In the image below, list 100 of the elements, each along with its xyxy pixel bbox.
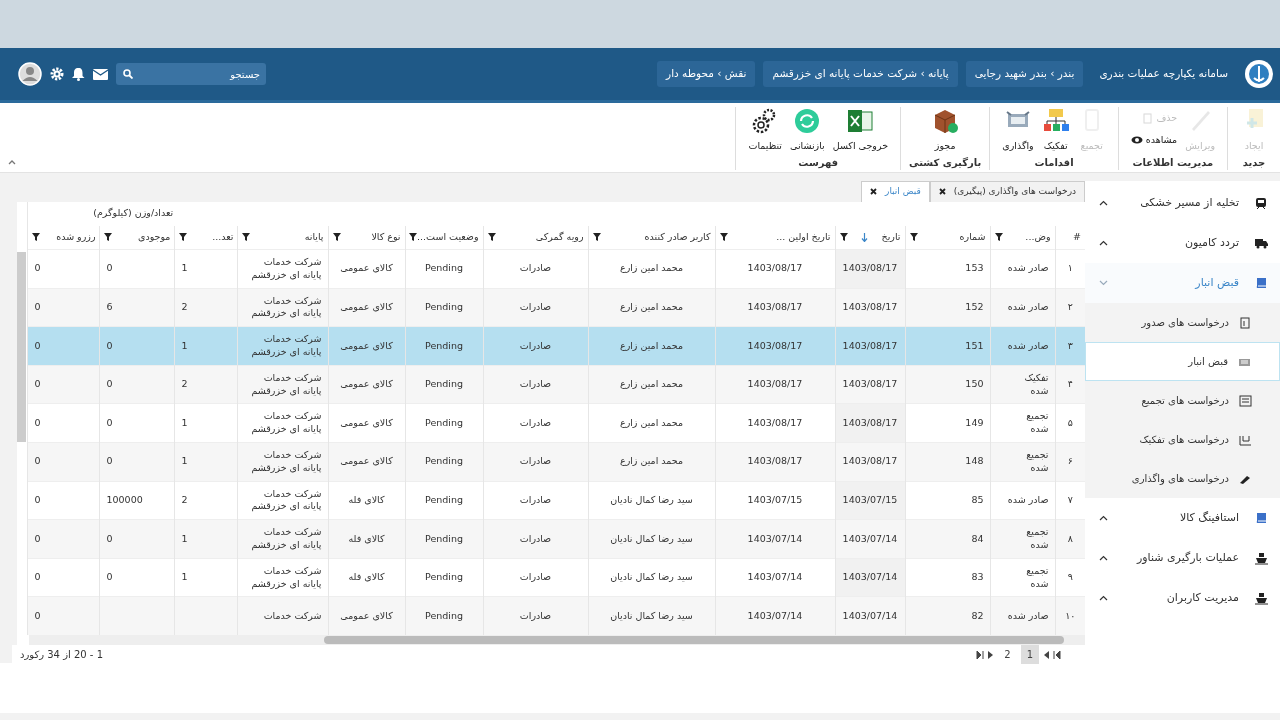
toolbar-button[interactable]: مشاهده — [1126, 133, 1182, 148]
table-cell: 0 — [106, 455, 113, 467]
sidebar-item[interactable]: تخلیه از مسیر خشکی — [1085, 183, 1280, 223]
table-cell: 151 — [965, 339, 984, 351]
column-header[interactable]: موجودی — [99, 225, 175, 250]
next-page-icon[interactable] — [1043, 650, 1049, 659]
group-header: تعداد/وزن (کیلوگرم) — [27, 201, 238, 226]
horizontal-scrollbar[interactable] — [29, 635, 1085, 646]
filter-icon[interactable] — [909, 233, 918, 242]
column-header[interactable]: رزرو شده — [27, 225, 100, 250]
table-cell: 1403/07/14 — [747, 532, 803, 544]
filter-icon[interactable] — [719, 233, 728, 242]
group-label: بارگیری کشتی — [909, 156, 982, 171]
avatar-icon[interactable] — [18, 62, 42, 86]
book-icon — [1255, 276, 1268, 290]
column-header[interactable]: پایانه — [237, 225, 328, 250]
column-header[interactable]: # — [1055, 225, 1085, 250]
close-icon[interactable] — [870, 188, 878, 196]
toolbar-button[interactable]: خروجی اکسل — [828, 107, 893, 154]
chevron-down-icon — [1099, 280, 1108, 286]
ship-icon — [1255, 551, 1268, 565]
sidebar-item[interactable]: مدیریت کاربران — [1085, 578, 1280, 618]
toolbar-button[interactable]: بازنشانی — [786, 107, 829, 154]
table-cell: 83 — [971, 571, 984, 583]
sidebar-subitem[interactable]: درخواست های واگذاری — [1085, 459, 1280, 498]
caret-icon[interactable] — [8, 159, 16, 165]
bell-icon[interactable] — [72, 67, 85, 81]
column-header[interactable]: نوع کالا — [328, 225, 405, 250]
filter-icon[interactable] — [487, 233, 496, 242]
sidebar-subitem[interactable]: درخواست های تجمیع — [1085, 381, 1280, 420]
table-cell: 1403/08/17 — [842, 378, 898, 390]
column-header[interactable]: رویه گمرکی — [483, 225, 588, 250]
filter-icon[interactable] — [332, 233, 341, 242]
filter-icon[interactable] — [104, 233, 113, 242]
filter-icon[interactable] — [242, 233, 251, 242]
toolbar-button[interactable]: تفکیک — [1037, 107, 1074, 154]
first-page-icon[interactable] — [1053, 650, 1061, 659]
table-cell: 84 — [971, 532, 984, 544]
app-title: سامانه یکپارچه عملیات بندری — [1099, 66, 1228, 82]
filter-icon[interactable] — [839, 233, 848, 242]
column-header[interactable]: کاربر صادر کننده — [588, 225, 715, 250]
sidebar-item[interactable]: استافینگ کالا — [1085, 498, 1280, 538]
breadcrumb-link[interactable]: پایانه › شرکت خدمات پایانه ای خزرقشم — [763, 61, 958, 87]
sidebar-subitem[interactable]: درخواست های صدور — [1085, 303, 1280, 342]
table-cell: 1403/08/17 — [842, 301, 898, 312]
table-cell: 1403/07/15 — [747, 493, 803, 505]
last-page-icon[interactable] — [976, 650, 985, 659]
search-field[interactable]: جستجو — [116, 63, 266, 85]
sidebar-subitem[interactable]: قبض انبار — [1085, 342, 1280, 381]
sidebar-item[interactable]: تردد کامیون — [1085, 223, 1280, 263]
close-icon[interactable] — [938, 188, 946, 196]
table-cell: تجمیع شده — [1026, 448, 1049, 473]
table-cell: 1403/07/14 — [747, 571, 803, 583]
sort-arrow-icon[interactable] — [861, 232, 869, 242]
tab[interactable]: قبض انبار — [861, 181, 930, 202]
table-cell: Pending — [425, 610, 463, 621]
table-cell: Pending — [425, 262, 463, 274]
tab[interactable]: درخواست های واگذاری (پیگیری) — [929, 181, 1085, 202]
sidebar-item[interactable]: قبض انبار — [1085, 263, 1280, 303]
column-header[interactable]: تعد... — [174, 225, 238, 250]
table-cell: 1403/07/14 — [747, 610, 803, 621]
table-cell: 150 — [965, 378, 984, 390]
table-cell: صادر شده — [1007, 610, 1049, 621]
filter-icon[interactable] — [994, 233, 1003, 242]
list-icon — [1239, 394, 1252, 407]
table-cell: ۱ — [1067, 262, 1073, 274]
column-header[interactable]: تاریخ اولین ... — [715, 225, 835, 250]
toolbar-button[interactable]: واگذاری — [998, 107, 1038, 154]
mail-icon[interactable] — [93, 68, 108, 80]
column-header[interactable]: وضعیت است... — [405, 225, 483, 250]
table-cell: 1403/08/17 — [747, 301, 803, 312]
table-cell: ۱۰ — [1065, 610, 1076, 621]
toolbar-button[interactable]: تنظیمات — [744, 107, 786, 154]
toolbar-button[interactable]: مجوز — [927, 107, 964, 154]
column-header[interactable]: وض... — [990, 225, 1055, 250]
scrollbar[interactable] — [17, 251, 26, 442]
breadcrumb-link[interactable]: بندر › بندر شهید رجایی — [965, 61, 1084, 87]
page-button[interactable]: 2 — [998, 645, 1017, 665]
table-cell: ۵ — [1067, 416, 1073, 428]
table-cell: 0 — [34, 339, 41, 351]
sidebar-item[interactable]: عملیات بارگیری شناور — [1085, 538, 1280, 578]
table-cell: محمد امین زارع — [619, 378, 684, 390]
table-cell: محمد امین زارع — [619, 262, 684, 274]
table-cell: کالای عمومی — [340, 339, 393, 351]
page-button[interactable]: 1 — [1020, 645, 1039, 665]
filter-icon[interactable] — [592, 233, 601, 242]
previous-page-icon[interactable] — [988, 650, 995, 659]
settings-icon[interactable] — [50, 67, 64, 81]
filter-icon[interactable] — [179, 233, 188, 242]
table-cell: شرکت خدمات پایانه ای خزرقشم — [251, 410, 322, 435]
column-header[interactable]: شماره — [905, 225, 990, 250]
table-cell: 0 — [106, 339, 113, 351]
breadcrumb-link[interactable]: نقش › محوطه دار — [657, 61, 756, 87]
table-cell: 85 — [971, 493, 984, 505]
table-cell: سید رضا کمال نادیان — [610, 610, 693, 621]
sidebar-subitem[interactable]: درخواست های تفکیک — [1085, 420, 1280, 459]
table-cell: صادرات — [519, 493, 552, 505]
filter-icon[interactable] — [409, 233, 418, 242]
table-cell: محمد امین زارع — [619, 301, 684, 312]
filter-icon[interactable] — [32, 233, 41, 242]
